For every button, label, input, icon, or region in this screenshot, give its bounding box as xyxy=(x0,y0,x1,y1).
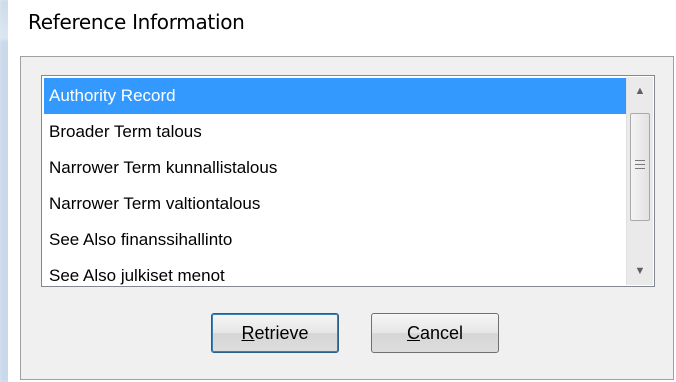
list-item[interactable]: See Also julkiset menot xyxy=(44,258,626,286)
scroll-down-icon[interactable]: ▼ xyxy=(627,257,653,285)
grip-icon xyxy=(635,160,645,172)
retrieve-label: etrieve xyxy=(254,322,309,343)
list-item[interactable]: Broader Term talous xyxy=(44,114,626,150)
scroll-up-icon[interactable]: ▲ xyxy=(627,77,653,105)
dialog-panel: Authority Record Broader Term talous Nar… xyxy=(20,56,674,380)
list-items: Authority Record Broader Term talous Nar… xyxy=(44,78,626,286)
cancel-button[interactable]: Cancel xyxy=(371,313,499,353)
vertical-scrollbar[interactable]: ▲ ▼ xyxy=(626,77,653,285)
retrieve-accel: R xyxy=(241,322,255,343)
scrollbar-thumb[interactable] xyxy=(630,113,650,221)
list-item[interactable]: Narrower Term kunnallistalous xyxy=(44,150,626,186)
reference-information-dialog: Reference Information Authority Record B… xyxy=(8,0,676,382)
list-item[interactable]: Narrower Term valtiontalous xyxy=(44,186,626,222)
cancel-accel: C xyxy=(406,322,420,343)
dialog-title: Reference Information xyxy=(28,10,245,34)
reference-listbox[interactable]: Authority Record Broader Term talous Nar… xyxy=(41,75,655,287)
list-item[interactable]: Authority Record xyxy=(44,78,626,114)
cancel-label: ancel xyxy=(419,322,464,343)
list-item[interactable]: See Also finanssihallinto xyxy=(44,222,626,258)
retrieve-button[interactable]: Retrieve xyxy=(211,313,339,353)
